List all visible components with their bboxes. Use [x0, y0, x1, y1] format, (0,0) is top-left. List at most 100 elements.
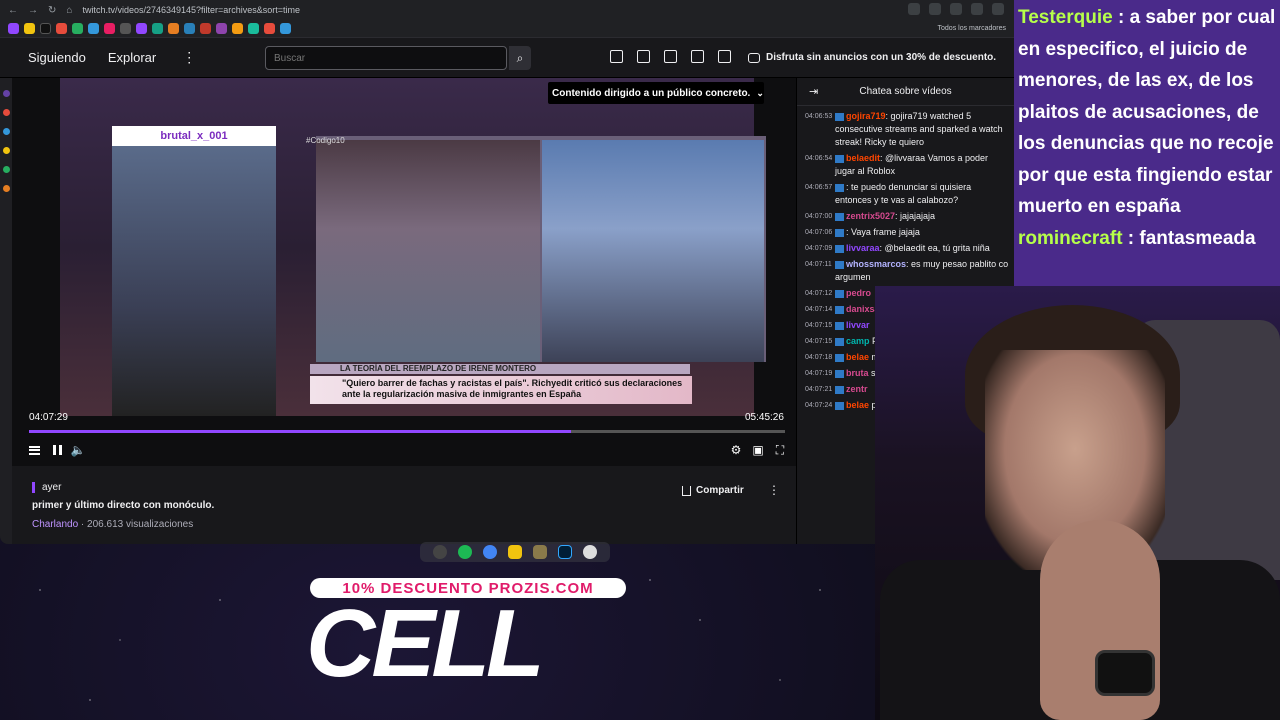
chat-message: 04:07:09 livvaraa: @belaedit ea, tú grita…	[805, 242, 1010, 255]
collapse-chat-icon[interactable]: ⇥	[809, 85, 818, 98]
rail-channel-avatar[interactable]	[2, 185, 10, 192]
rail-channel-avatar[interactable]	[2, 128, 10, 135]
gear-icon: ⚙	[730, 443, 742, 457]
volume-button[interactable]: 🔈	[70, 442, 86, 458]
url-text[interactable]: twitch.tv/videos/2746349145?filter=archi…	[82, 5, 300, 15]
rail-channel-avatar[interactable]	[2, 147, 10, 154]
turbo-promo-button[interactable]: Disfruta sin anuncios con un 30% de desc…	[748, 52, 996, 63]
pause-button[interactable]	[49, 442, 65, 458]
photoshop-icon[interactable]	[558, 545, 572, 559]
bits-icon[interactable]	[691, 50, 704, 63]
sub-badge-icon	[835, 154, 844, 163]
more-options-icon[interactable]: ⋮	[768, 483, 780, 497]
dock-app-icon[interactable]	[433, 545, 447, 559]
lower-third-title: LA TEORÍA DEL REEMPLAZO DE IRENE MONTERO	[310, 364, 690, 374]
home-icon[interactable]: ⌂	[66, 5, 72, 16]
seek-bar[interactable]	[29, 430, 785, 433]
chat-username[interactable]: belaedit	[846, 153, 880, 163]
bookmark-icon[interactable]	[72, 23, 83, 34]
theatre-mode-button[interactable]: ▣	[750, 442, 766, 458]
left-rail	[0, 78, 12, 544]
chat-username[interactable]: zentrix5027	[846, 211, 895, 221]
search-input[interactable]	[265, 46, 507, 70]
bookmark-icon[interactable]	[120, 23, 131, 34]
rail-channel-avatar[interactable]	[2, 166, 10, 173]
sub-badge-icon	[835, 228, 844, 237]
tv-guest-left	[316, 140, 540, 362]
chat-timestamp: 04:07:15	[805, 338, 833, 345]
rail-channel-avatar[interactable]	[2, 109, 10, 116]
chat-username[interactable]: livvar	[846, 320, 870, 330]
chat-username[interactable]: belae	[846, 400, 869, 410]
back-icon[interactable]: ←	[8, 5, 18, 16]
star-icon[interactable]	[929, 3, 941, 15]
more-menu-icon[interactable]: ⋮	[182, 49, 196, 66]
nav-explore-link[interactable]: Explorar	[108, 50, 156, 65]
folder-icon[interactable]	[508, 545, 522, 559]
bookmark-icon[interactable]	[216, 23, 227, 34]
rail-channel-avatar[interactable]	[2, 90, 10, 97]
dock-app-icon[interactable]	[583, 545, 597, 559]
dock-app-icon[interactable]	[533, 545, 547, 559]
chat-header: ⇥ Chatea sobre vídeos	[797, 78, 1014, 106]
fullscreen-button[interactable]: ⛶	[772, 442, 788, 458]
video-player[interactable]: #Codigo10 brutal_x_001 LA TEORÍA DEL REE…	[12, 78, 796, 466]
audience-warning-text: Contenido dirigido a un público concreto…	[552, 87, 751, 99]
bookmark-icon[interactable]	[88, 23, 99, 34]
chat-timestamp: 04:06:57	[805, 184, 833, 191]
bookmark-icon[interactable]	[24, 23, 35, 34]
chat-username[interactable]: gojira719	[846, 111, 886, 121]
bookmark-icon[interactable]	[56, 23, 67, 34]
chat-username[interactable]: livvaraa	[846, 243, 880, 253]
chat-text: : Vaya frame jajaja	[846, 227, 920, 237]
bookmark-icon[interactable]	[264, 23, 275, 34]
bookmark-icon[interactable]	[40, 23, 51, 34]
video-frame[interactable]: #Codigo10 brutal_x_001 LA TEORÍA DEL REE…	[60, 78, 766, 416]
settings-button[interactable]: ⚙	[728, 442, 744, 458]
bookmark-icon[interactable]	[200, 23, 211, 34]
bookmark-icon[interactable]	[104, 23, 115, 34]
bookmark-icon[interactable]	[184, 23, 195, 34]
chrome-icon[interactable]	[483, 545, 497, 559]
chat-username[interactable]: whossmarcos	[846, 259, 906, 269]
chat-username[interactable]: belae	[846, 352, 869, 362]
nav-following-link[interactable]: Siguiendo	[28, 50, 86, 65]
chat-message: 04:06:57: te puedo denunciar si quisiera…	[805, 181, 1010, 207]
bookmark-icon[interactable]	[248, 23, 259, 34]
category-link[interactable]: Charlando	[32, 519, 78, 530]
reload-icon[interactable]: ↻	[48, 5, 56, 16]
share-button[interactable]: Compartir	[682, 485, 744, 496]
inbox-icon[interactable]	[610, 50, 623, 63]
chat-timestamp: 04:07:12	[805, 290, 833, 297]
all-bookmarks-label[interactable]: Todos los marcadores	[938, 25, 1006, 32]
bookmark-icon[interactable]	[280, 23, 291, 34]
extensions-puzzle-icon[interactable]	[971, 3, 983, 15]
lower-third-quote: "Quiero barrer de fachas y racistas el p…	[310, 376, 692, 404]
prime-crown-icon[interactable]	[718, 50, 731, 63]
tv-guest-right	[542, 140, 764, 362]
audience-warning-banner[interactable]: Contenido dirigido a un público concreto…	[548, 82, 764, 104]
whispers-icon[interactable]	[637, 50, 650, 63]
profile-icon[interactable]	[992, 3, 1004, 15]
chapters-button[interactable]	[26, 442, 42, 458]
chat-username[interactable]: bruta	[846, 368, 869, 378]
facecam-label: brutal_x_001	[160, 130, 228, 142]
zoom-icon[interactable]	[908, 3, 920, 15]
chat-username[interactable]: zentr	[846, 384, 868, 394]
bookmark-icon[interactable]	[168, 23, 179, 34]
video-info: ayer primer y último directo con monócul…	[12, 466, 796, 544]
bookmark-icon[interactable]	[152, 23, 163, 34]
search-button[interactable]: ⌕	[509, 46, 531, 70]
chat-username[interactable]: pedro	[846, 288, 871, 298]
bookmark-icon[interactable]	[8, 23, 19, 34]
chat-username[interactable]: camp	[846, 336, 870, 346]
bookmark-icon[interactable]	[232, 23, 243, 34]
extension-icon[interactable]	[950, 3, 962, 15]
sub-badge-icon	[835, 260, 844, 269]
overlay-chat-user: Testerquie	[1018, 7, 1113, 28]
forward-icon[interactable]: →	[28, 5, 38, 16]
video-meta: Charlando · 206.613 visualizaciones	[32, 519, 193, 530]
spotify-icon[interactable]	[458, 545, 472, 559]
notifications-icon[interactable]	[664, 50, 677, 63]
bookmark-icon[interactable]	[136, 23, 147, 34]
